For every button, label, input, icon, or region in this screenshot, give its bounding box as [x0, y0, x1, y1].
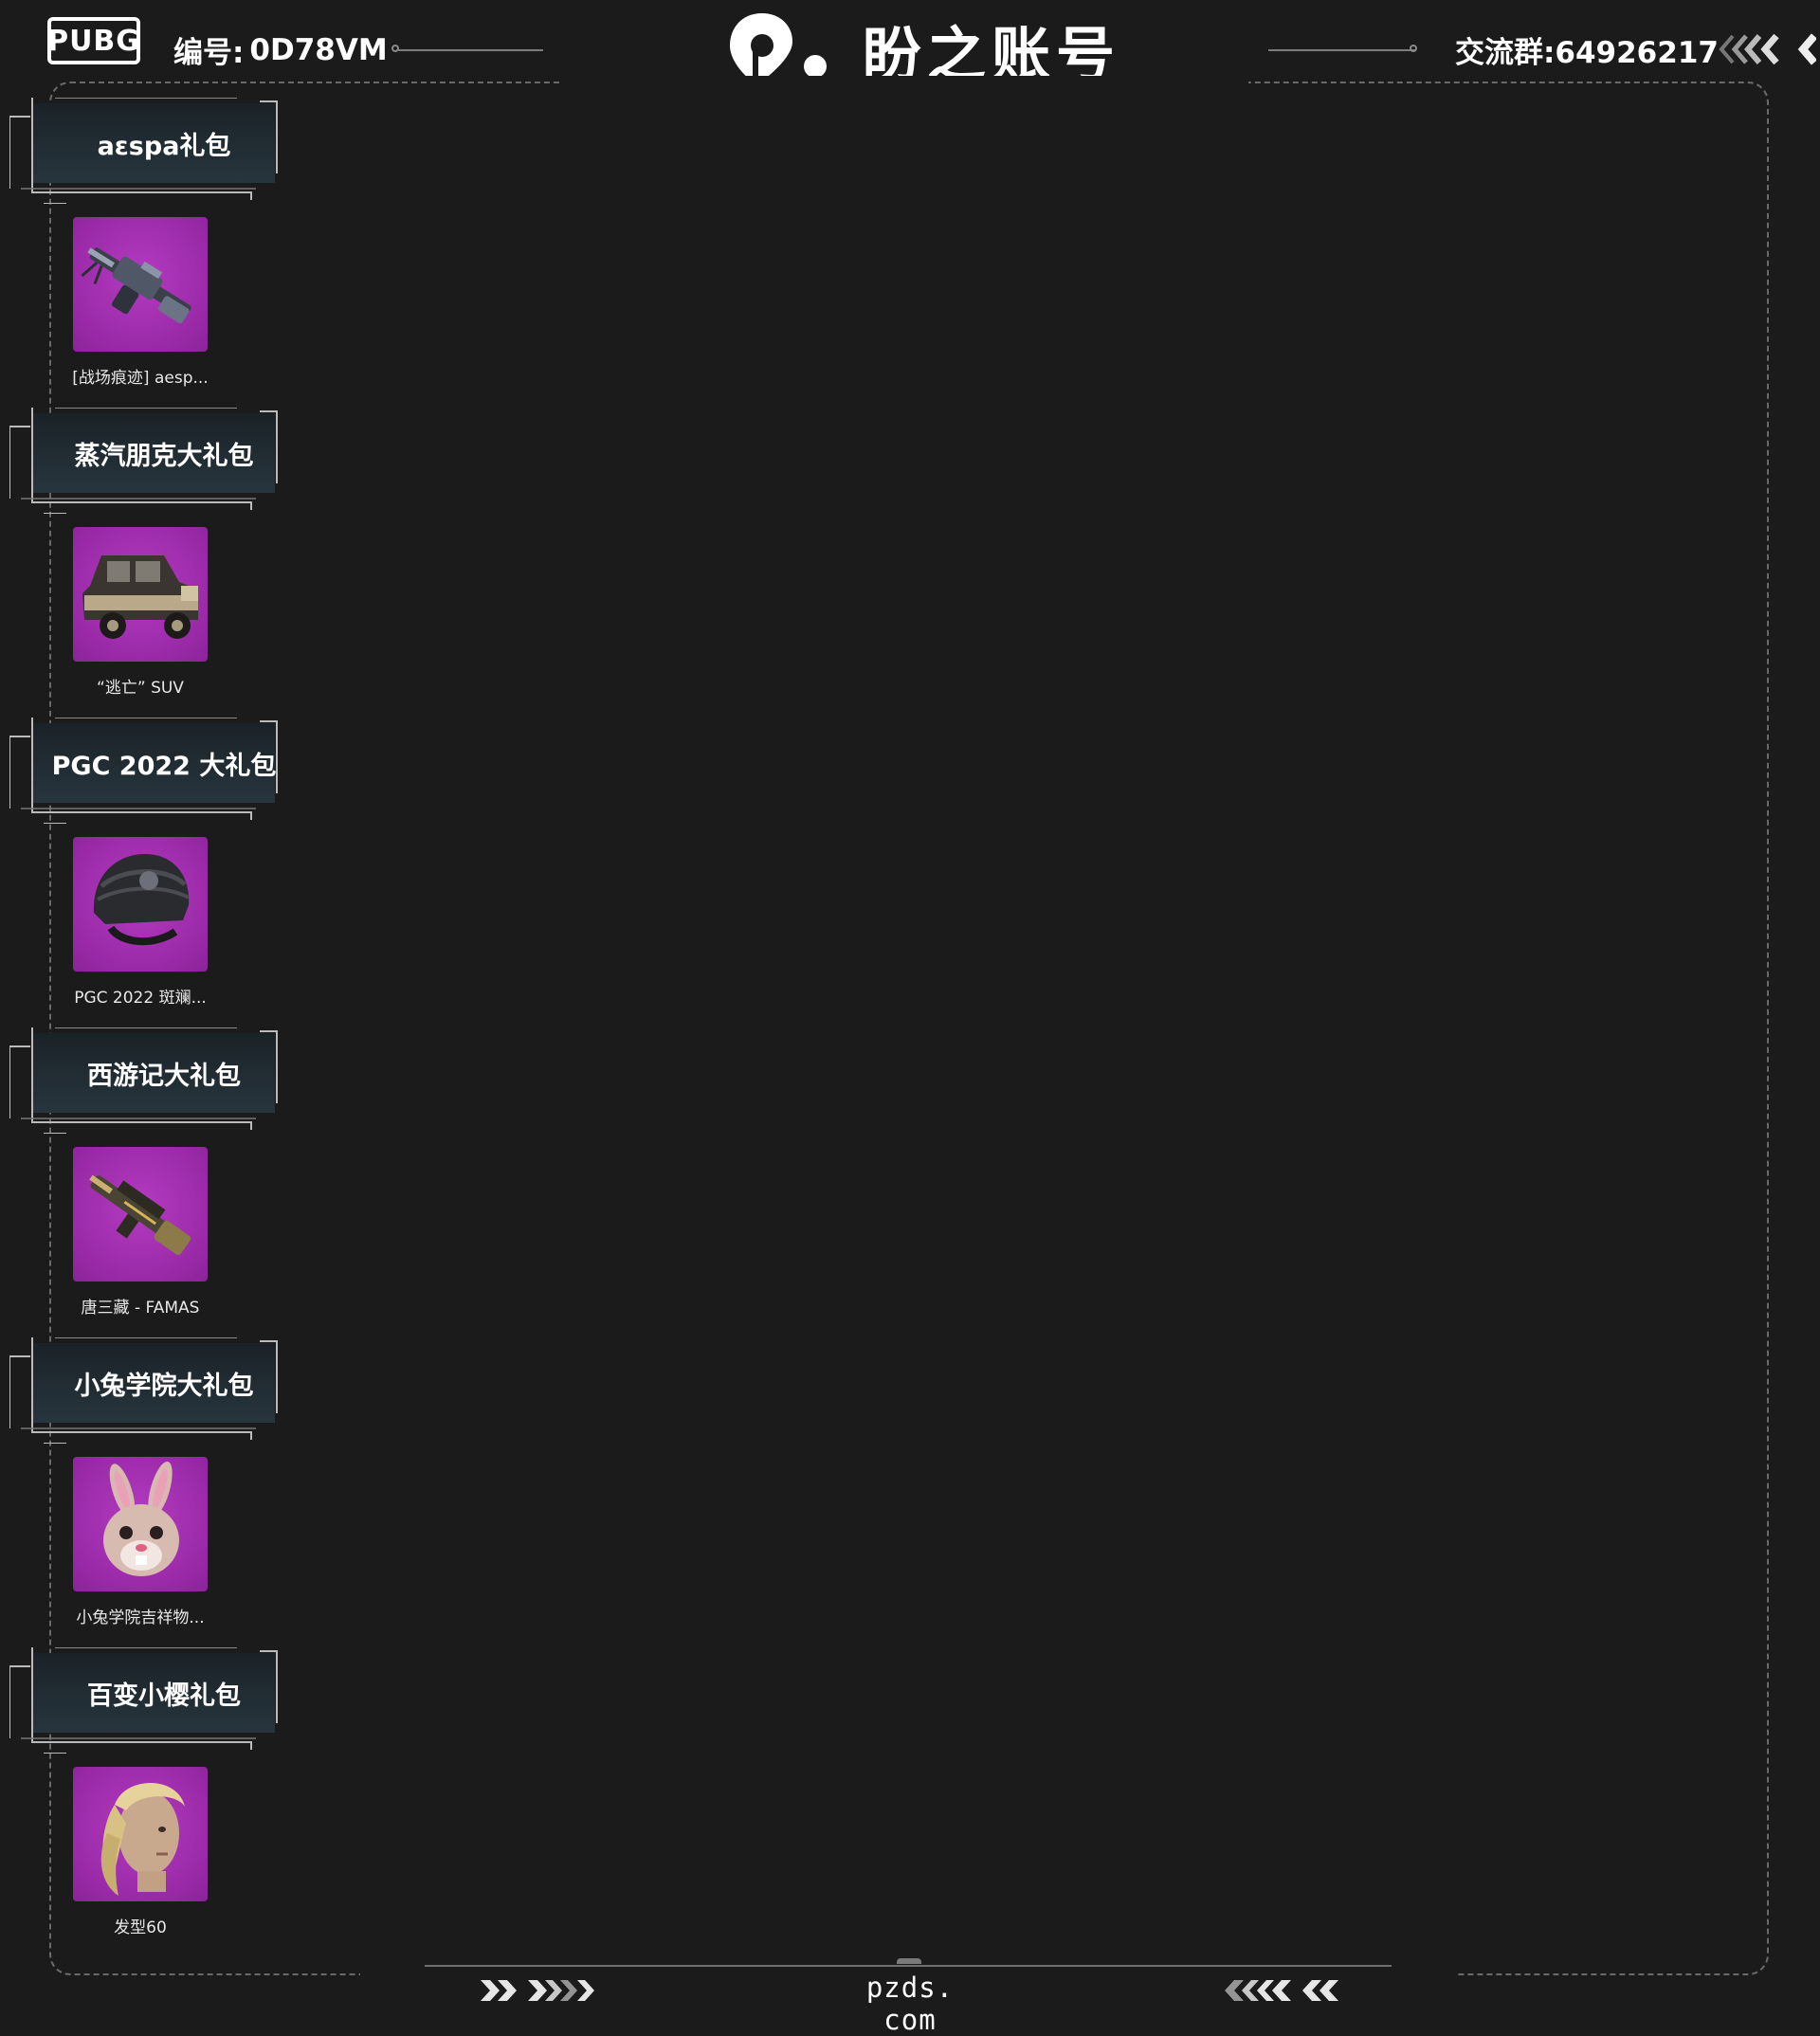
vintage-car-icon [82, 555, 198, 639]
item-name: 唐三藏 - FAMAS [81, 1299, 200, 1318]
frame-gap-top [561, 76, 1248, 89]
chevron-left-decor-icon [1719, 33, 1816, 65]
item-thumbnail[interactable] [73, 527, 208, 662]
package-title: aεspa礼包 [97, 131, 231, 161]
package-header: 蒸汽朋克大礼包 [9, 408, 280, 514]
footer-notch [897, 1958, 921, 1964]
pubg-logo: PUBG [47, 17, 140, 64]
item-thumbnail[interactable] [73, 217, 208, 352]
package-header: 西游记大礼包 [9, 1027, 280, 1134]
group-divider-line [1268, 49, 1415, 51]
package-title: PGC 2022 大礼包 [51, 751, 277, 781]
package-header: 百变小樱礼包 [9, 1647, 280, 1754]
package-title: 西游记大礼包 [87, 1061, 241, 1091]
package-header: aεspa礼包 [9, 98, 280, 204]
hairstyle-icon [100, 1783, 185, 1896]
group-divider-dot [1410, 45, 1417, 52]
item-name: 发型60 [114, 1918, 167, 1937]
item-name: “逃亡” SUV [97, 679, 184, 698]
serial-label: 编号: [173, 36, 245, 70]
package-title: 蒸汽朋克大礼包 [74, 441, 254, 471]
item-thumbnail[interactable] [73, 1457, 208, 1591]
group-value: 64926217 [1555, 36, 1719, 70]
package-title: 百变小樱礼包 [87, 1681, 241, 1711]
chevron-left-decor-icon [1225, 1980, 1338, 2001]
item-name: PGC 2022 斑斓... [74, 989, 207, 1008]
package-card: 小兔学院大礼包 小兔学院吉祥物... [0, 1337, 284, 1647]
rifle-icon [89, 1174, 191, 1255]
item-name: [战场痕迹] aesp... [72, 369, 209, 388]
item-name: 小兔学院吉祥物... [76, 1609, 205, 1627]
footer-website: pzds. com [865, 1972, 955, 2036]
item-thumbnail[interactable] [73, 837, 208, 972]
content-frame [49, 82, 1769, 1975]
group-number: 交流群:64926217 [1455, 28, 1719, 71]
account-serial: 编号: 0D78VM [173, 28, 388, 71]
serial-value: 0D78VM [249, 32, 388, 67]
package-title: 小兔学院大礼包 [74, 1371, 254, 1401]
group-label: 交流群: [1455, 36, 1556, 70]
package-card: 西游记大礼包 唐三藏 - FAMAS [0, 1027, 284, 1337]
chevron-right-decor-icon [481, 1980, 594, 2001]
package-card: 百变小樱礼包 发型60 [0, 1647, 284, 1957]
machine-gun-icon [81, 247, 191, 324]
serial-divider-line [396, 49, 543, 51]
item-thumbnail[interactable] [73, 1147, 208, 1282]
package-header: 小兔学院大礼包 [9, 1337, 280, 1444]
item-thumbnail[interactable] [73, 1767, 208, 1901]
package-card: 蒸汽朋克大礼包 “逃亡” SUV [0, 408, 284, 718]
package-card: PGC 2022 大礼包 PGC 2022 斑斓... [0, 718, 284, 1027]
pubg-logo-text: PUBG [47, 24, 140, 58]
package-header: PGC 2022 大礼包 [9, 718, 280, 824]
package-card: aεspa礼包 [战场痕迹] aesp... [0, 98, 284, 408]
bunny-mask-icon [103, 1462, 179, 1576]
footer-divider [425, 1965, 1392, 1967]
helmet-icon [93, 854, 190, 946]
